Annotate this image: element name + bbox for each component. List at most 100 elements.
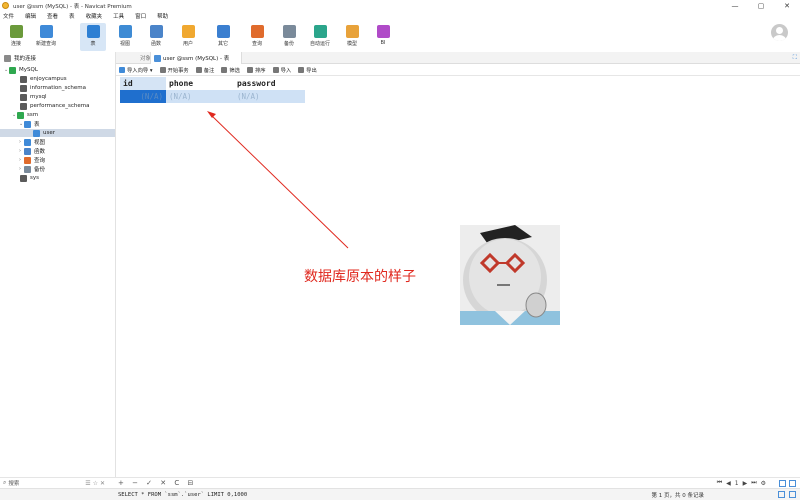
other-button[interactable]: 其它 (210, 23, 236, 51)
close-button[interactable]: ✕ (774, 0, 800, 11)
title-bar: user @ssm (MySQL) - 表 - Navicat Premium … (0, 0, 800, 11)
view-button[interactable]: 视图 (112, 23, 138, 51)
record-navigation-bar: + − ✓ ✕ C ⊟ ⏮ ◀ 1 ▶ ⏭ ⚙ (115, 477, 800, 488)
connect-button[interactable]: 连接 (3, 23, 29, 51)
sidebar-item-queries[interactable]: › 查询 (19, 156, 114, 164)
database-icon (20, 174, 27, 182)
grid-view-icon[interactable] (778, 491, 785, 498)
function-button[interactable]: 函数 (143, 23, 169, 51)
begin-transaction-button[interactable]: 开始事务 (159, 66, 189, 74)
database-icon (20, 75, 27, 83)
functions-folder-icon (24, 147, 31, 155)
annotation-text: 数据库原本的样子 (304, 269, 416, 285)
filter-button[interactable]: 筛选 (221, 66, 240, 74)
data-grid: id phone password (N/A) (N/A) (N/A) (120, 77, 305, 103)
form-view-icon[interactable] (789, 479, 796, 487)
menu-favorites[interactable]: 收藏夹 (86, 12, 103, 20)
model-icon (345, 25, 359, 38)
sidebar-item-mysql[interactable]: ⌄ MySQL (4, 66, 114, 74)
menu-edit[interactable]: 编辑 (25, 12, 36, 20)
menu-view[interactable]: 查看 (47, 12, 58, 20)
record-count: 第 1 页，共 0 条记录 (651, 492, 705, 499)
views-folder-icon (24, 138, 31, 146)
maximize-button[interactable]: ▢ (748, 0, 774, 11)
table-icon (33, 129, 40, 137)
export-icon (298, 67, 305, 73)
sidebar-item-performance-schema[interactable]: performance_schema (20, 102, 114, 110)
sidebar-item-views[interactable]: › 视图 (19, 138, 114, 146)
sidebar-item-my-connections[interactable]: 我的连接 (4, 54, 114, 62)
sidebar-item-user-table[interactable]: user (0, 129, 115, 137)
column-header-id[interactable]: id (120, 77, 166, 90)
table-button[interactable]: 表 (80, 23, 106, 51)
grid-view-icon[interactable] (779, 479, 786, 487)
sidebar-item-sys[interactable]: sys (20, 174, 114, 182)
sidebar-item-enjoycampus[interactable]: enjoycampus (20, 75, 114, 83)
minimize-button[interactable]: — (722, 0, 748, 11)
menu-window[interactable]: 窗口 (135, 12, 146, 20)
bi-button[interactable]: BI (370, 23, 396, 51)
page-number[interactable]: 1 (735, 480, 739, 487)
next-page-button[interactable]: ▶ (743, 480, 748, 487)
model-button[interactable]: 模型 (339, 23, 365, 51)
sidebar-item-tables[interactable]: ⌄ 表 (19, 120, 114, 128)
sidebar-item-mysql-db[interactable]: mysql (20, 93, 114, 101)
sidebar-search[interactable]: ⌕ 搜索 ☰☆✕ (0, 477, 115, 488)
cell-id[interactable]: (N/A) (120, 90, 166, 103)
connect-icon (9, 25, 23, 38)
backup-icon (282, 25, 296, 38)
expand-icon[interactable]: ⛶ (793, 54, 797, 62)
last-page-button[interactable]: ⏭ (751, 479, 756, 487)
glasses-face-meme (460, 225, 560, 325)
sort-button[interactable]: 排序 (246, 66, 266, 74)
import-wizard-button[interactable]: 导入向导 ▾ (119, 66, 153, 74)
table-icon (154, 54, 161, 62)
status-view-icons (774, 491, 796, 498)
query-icon (250, 25, 264, 38)
import-button[interactable]: 导入 (272, 66, 291, 74)
sidebar-item-backups[interactable]: › 备份 (19, 165, 114, 173)
user-avatar[interactable] (771, 24, 788, 41)
menu-table[interactable]: 表 (69, 12, 75, 20)
window-title: user @ssm (MySQL) - 表 - Navicat Premium (13, 3, 132, 10)
sidebar-item-ssm[interactable]: ⌄ ssm (12, 111, 114, 119)
automation-icon (313, 25, 327, 38)
main-toolbar: 连接 新建查询 表 视图 函数 用户 其它 查询 备份 自动运行 模型 BI (0, 21, 800, 52)
mysql-connection-icon (9, 66, 16, 74)
backup-button[interactable]: 备份 (276, 23, 302, 51)
query-button[interactable]: 查询 (244, 23, 270, 51)
sidebar-item-information-schema[interactable]: information_schema (20, 84, 114, 92)
prev-page-button[interactable]: ◀ (726, 480, 731, 487)
automation-button[interactable]: 自动运行 (307, 23, 333, 51)
connections-icon (4, 54, 11, 62)
new-query-button[interactable]: 新建查询 (33, 23, 59, 51)
cell-password[interactable]: (N/A) (234, 90, 305, 103)
bi-icon (376, 25, 390, 38)
first-page-button[interactable]: ⏮ (717, 479, 722, 487)
view-toggle (776, 479, 796, 487)
record-edit-buttons[interactable]: + − ✓ ✕ C ⊟ (118, 479, 196, 487)
menu-help[interactable]: 帮助 (157, 12, 168, 20)
filter-icon (221, 67, 228, 73)
database-open-icon (17, 111, 24, 119)
menu-file[interactable]: 文件 (3, 12, 14, 20)
memo-button[interactable]: 备注 (195, 66, 214, 74)
table-icon (86, 25, 100, 38)
sidebar-item-functions[interactable]: › 函数 (19, 147, 114, 155)
view-icon (118, 25, 132, 38)
sort-icon (246, 67, 253, 73)
table-toolbar: 导入向导 ▾ 开始事务 备注 筛选 排序 导入 导出 (116, 65, 800, 76)
table-row[interactable]: (N/A) (N/A) (N/A) (120, 90, 305, 103)
export-button[interactable]: 导出 (298, 66, 317, 74)
column-header-password[interactable]: password (234, 77, 305, 90)
user-button[interactable]: 用户 (175, 23, 201, 51)
settings-icon[interactable]: ⚙ (761, 480, 766, 487)
menu-tools[interactable]: 工具 (113, 12, 124, 20)
database-icon (20, 102, 27, 110)
filter-star-icons[interactable]: ☰☆✕ (85, 480, 107, 487)
column-header-phone[interactable]: phone (166, 77, 234, 90)
tab-user-table[interactable]: user @ssm (MySQL) - 表 (150, 52, 242, 64)
cell-phone[interactable]: (N/A) (166, 90, 234, 103)
form-view-icon[interactable] (789, 491, 796, 498)
memo-icon (195, 67, 202, 73)
